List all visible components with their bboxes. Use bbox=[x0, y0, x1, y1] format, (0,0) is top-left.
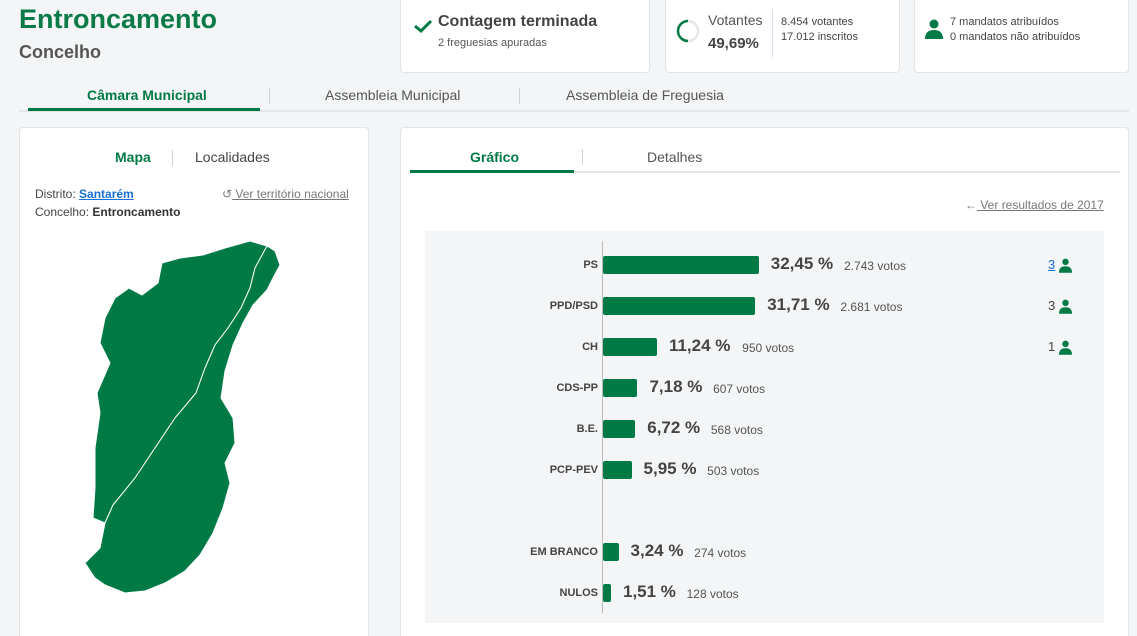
arrow-left-icon: ← bbox=[965, 198, 977, 212]
person-icon bbox=[1059, 340, 1072, 355]
percent-label: 7,18 % bbox=[649, 377, 703, 396]
party-label: PS bbox=[583, 259, 598, 271]
tab-localidades[interactable]: Localidades bbox=[195, 149, 270, 165]
result-bar[interactable] bbox=[603, 461, 632, 479]
tab-grafico[interactable]: Gráfico bbox=[470, 149, 519, 165]
results-tabs: Gráfico Detalhes bbox=[410, 143, 1120, 173]
inscritos-count: 17.012 inscritos bbox=[781, 31, 859, 43]
mandates-attributed: 7 mandatos atribuídos bbox=[950, 16, 1059, 28]
result-bar[interactable] bbox=[603, 297, 756, 315]
votes-label: 2.681 votos bbox=[840, 300, 903, 314]
tab-detalhes[interactable]: Detalhes bbox=[647, 149, 702, 165]
votes-label: 607 votos bbox=[713, 382, 766, 396]
party-label: CDS-PP bbox=[556, 382, 598, 394]
turnout-percent: 49,69% bbox=[708, 35, 759, 52]
active-tab-indicator bbox=[28, 108, 260, 111]
party-label: PCP-PEV bbox=[549, 464, 598, 476]
check-icon bbox=[414, 19, 433, 33]
tab-separator bbox=[519, 88, 520, 104]
result-bar[interactable] bbox=[603, 338, 657, 356]
district-line: Distrito: Santarém bbox=[35, 187, 134, 201]
votes-label: 2.743 votos bbox=[843, 259, 906, 273]
page-title: Entroncamento bbox=[19, 4, 218, 34]
seat-count: 3 bbox=[1048, 298, 1056, 313]
percent-label: 32,45 % bbox=[770, 254, 834, 273]
council-line: Concelho: Entroncamento bbox=[35, 205, 180, 219]
count-status-title: Contagem terminada bbox=[438, 13, 598, 30]
mandates-not-attributed: 0 mandatos não atribuídos bbox=[950, 31, 1081, 43]
active-tab-indicator bbox=[410, 170, 574, 173]
result-bar[interactable] bbox=[603, 584, 611, 602]
turnout-ring-icon bbox=[676, 19, 700, 43]
seat-count[interactable]: 3 bbox=[1048, 257, 1055, 272]
count-status-subtitle: 2 freguesias apuradas bbox=[438, 37, 547, 49]
votes-label: 128 votos bbox=[686, 587, 739, 601]
page-subtitle: Concelho bbox=[19, 42, 102, 62]
percent-label: 3,24 % bbox=[630, 541, 684, 560]
results-bar-chart: PS 32,45 % 2.743 votos 3 PPD/PSD 31,71 % 2.681… bbox=[425, 231, 1104, 623]
district-label: Distrito: bbox=[35, 187, 76, 201]
undo-icon: ↺ bbox=[222, 187, 233, 201]
divider bbox=[772, 9, 773, 57]
percent-label: 31,71 % bbox=[767, 295, 830, 314]
tab-camara-municipal[interactable]: Câmara Municipal bbox=[87, 87, 207, 103]
tab-separator bbox=[582, 149, 583, 165]
person-icon bbox=[925, 19, 943, 39]
voters-card: Votantes 49,69% 8.454 votantes 17.012 in… bbox=[665, 0, 900, 73]
district-link[interactable]: Santarém bbox=[79, 187, 134, 201]
person-icon bbox=[1059, 299, 1072, 314]
result-bar[interactable] bbox=[603, 256, 759, 274]
votantes-count: 8.454 votantes bbox=[781, 16, 854, 28]
council-label: Concelho: bbox=[35, 205, 90, 219]
council-value: Entroncamento bbox=[92, 205, 181, 219]
percent-label: 11,24 % bbox=[668, 336, 731, 355]
tab-assembleia-municipal[interactable]: Assembleia Municipal bbox=[325, 87, 460, 103]
votes-label: 274 votos bbox=[694, 546, 747, 560]
count-status-card: Contagem terminada 2 freguesias apuradas bbox=[400, 0, 650, 73]
tab-separator bbox=[269, 88, 270, 104]
mandates-card: 7 mandatos atribuídos 0 mandatos não atr… bbox=[914, 0, 1129, 73]
result-bar[interactable] bbox=[603, 420, 636, 438]
party-label: CH bbox=[582, 341, 598, 353]
votes-label: 950 votos bbox=[742, 341, 795, 355]
party-label: NULOS bbox=[559, 587, 599, 599]
seat-count: 1 bbox=[1048, 339, 1056, 354]
percent-label: 6,72 % bbox=[647, 418, 701, 437]
percent-label: 1,51 % bbox=[623, 582, 676, 601]
party-label: B.E. bbox=[576, 423, 598, 435]
national-link-label: Ver território nacional bbox=[235, 187, 349, 201]
tab-separator bbox=[172, 150, 173, 166]
result-bar[interactable] bbox=[603, 379, 638, 397]
tab-mapa[interactable]: Mapa bbox=[115, 149, 151, 165]
previous-results-label: Ver resultados de 2017 bbox=[980, 198, 1104, 212]
municipality-map[interactable] bbox=[75, 233, 317, 613]
national-territory-link[interactable]: ↺ Ver território nacional bbox=[222, 187, 349, 201]
party-label: EM BRANCO bbox=[530, 546, 598, 558]
map-panel: Mapa Localidades Distrito: Santarém Conc… bbox=[19, 127, 369, 636]
person-icon bbox=[1059, 258, 1072, 273]
votes-label: 568 votos bbox=[710, 423, 763, 437]
percent-label: 5,95 % bbox=[643, 459, 697, 478]
tab-assembleia-freguesia[interactable]: Assembleia de Freguesia bbox=[566, 87, 724, 103]
votes-label: 503 votos bbox=[707, 464, 760, 478]
previous-results-link[interactable]: ← Ver resultados de 2017 bbox=[965, 198, 1104, 212]
election-tabs: Câmara Municipal Assembleia Municipal As… bbox=[19, 82, 1129, 112]
voters-label: Votantes bbox=[708, 12, 763, 28]
result-bar[interactable] bbox=[603, 543, 619, 561]
results-panel: Gráfico Detalhes ← Ver resultados de 201… bbox=[400, 127, 1129, 636]
party-label: PPD/PSD bbox=[549, 300, 598, 312]
